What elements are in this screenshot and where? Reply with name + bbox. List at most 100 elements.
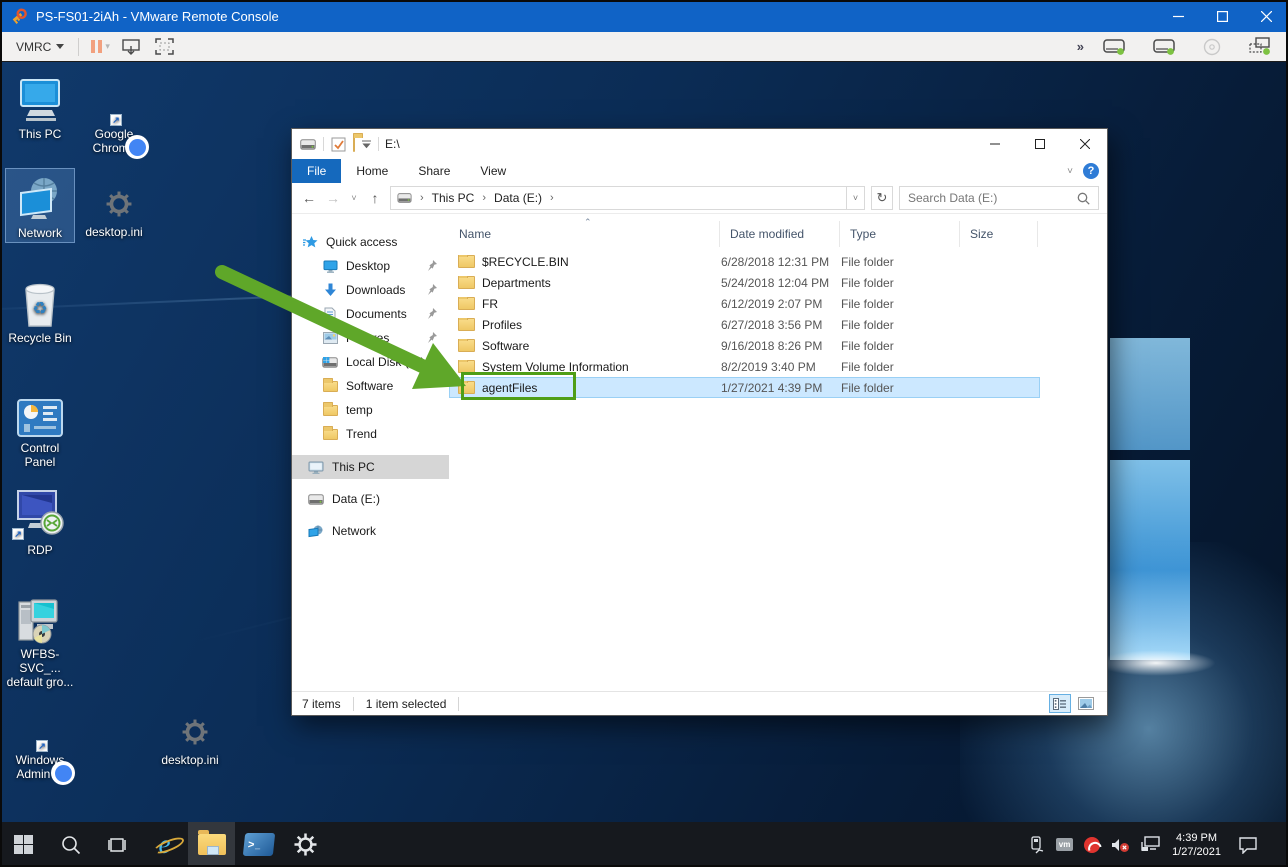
- file-row[interactable]: Software 9/16/2018 8:26 PM File folder: [449, 335, 1040, 356]
- internet-explorer-button[interactable]: e: [141, 822, 188, 867]
- column-header-name[interactable]: ⌃Name: [449, 221, 720, 247]
- tab-share[interactable]: Share: [403, 159, 465, 183]
- volume-muted-icon[interactable]: [1111, 837, 1130, 853]
- trend-micro-icon[interactable]: [1084, 837, 1100, 853]
- close-button[interactable]: [1062, 129, 1107, 159]
- desktop-icon-network[interactable]: Network: [5, 168, 75, 243]
- task-view-button[interactable]: [94, 822, 141, 867]
- explorer-titlebar[interactable]: E:\: [292, 129, 1107, 159]
- refresh-icon[interactable]: ↻: [871, 186, 893, 210]
- close-button[interactable]: [1244, 0, 1288, 32]
- file-explorer-button[interactable]: [188, 822, 235, 867]
- breadcrumb-data-e[interactable]: Data (E:): [494, 191, 542, 205]
- column-headers: ⌃Name Date modified Type Size: [449, 221, 1107, 247]
- column-header-date-modified[interactable]: Date modified: [720, 221, 840, 247]
- details-view-button[interactable]: [1049, 694, 1071, 713]
- more-chevrons-icon[interactable]: »: [1077, 39, 1082, 54]
- send-ctrl-alt-del-button[interactable]: [114, 36, 148, 58]
- tab-home[interactable]: Home: [341, 159, 403, 183]
- desktop-icon-recycle-bin[interactable]: ♻ Recycle Bin: [5, 274, 75, 347]
- nav-pictures[interactable]: Pictures: [292, 326, 449, 350]
- vmware-tools-icon[interactable]: vm: [1056, 838, 1073, 851]
- properties-button[interactable]: [331, 137, 346, 152]
- powershell-button[interactable]: >_: [235, 822, 282, 867]
- search-icon[interactable]: [1077, 192, 1090, 205]
- maximize-button[interactable]: [1017, 129, 1062, 159]
- collapse-ribbon-icon[interactable]: ˅: [1067, 166, 1073, 177]
- nav-network[interactable]: Network: [292, 519, 449, 543]
- customize-qat-button[interactable]: [362, 140, 371, 149]
- recent-locations-icon[interactable]: ˅: [348, 193, 360, 203]
- desktop-icon-rdp[interactable]: ↗ RDP: [5, 486, 75, 559]
- nav-this-pc[interactable]: This PC: [292, 455, 449, 479]
- pause-vm-button[interactable]: ▾: [87, 40, 114, 53]
- folder-icon: [458, 297, 475, 310]
- nav-desktop[interactable]: Desktop: [292, 254, 449, 278]
- taskbar-clock[interactable]: 4:39 PM 1/27/2021: [1172, 831, 1221, 859]
- chevron-down-icon[interactable]: ▾: [105, 41, 110, 52]
- settings-button[interactable]: [282, 822, 329, 867]
- tab-file[interactable]: File: [292, 159, 341, 183]
- file-row[interactable]: FR 6/12/2019 2:07 PM File folder: [449, 293, 1040, 314]
- pause-icon: [98, 40, 102, 53]
- minimize-button[interactable]: [1156, 0, 1200, 32]
- large-icons-view-button[interactable]: [1075, 694, 1097, 713]
- explorer-window-controls: [972, 129, 1107, 159]
- search-button[interactable]: [47, 822, 94, 867]
- desktop-icon-desktop-ini[interactable]: desktop.ini: [79, 168, 149, 241]
- nav-local-disk-c[interactable]: Local Disk (C:): [292, 350, 449, 374]
- nav-trend[interactable]: Trend: [292, 422, 449, 446]
- cd-drive-icon[interactable]: [1196, 36, 1228, 58]
- desktop-icon-desktop-ini-2[interactable]: desktop.ini: [155, 696, 225, 769]
- desktop-icon-windows-admin[interactable]: ↗ Windows Admin ...: [5, 696, 75, 783]
- file-row[interactable]: System Volume Information 8/2/2019 3:40 …: [449, 356, 1040, 377]
- forward-button[interactable]: →: [324, 190, 342, 206]
- help-icon[interactable]: ?: [1083, 163, 1099, 179]
- minimize-button[interactable]: [972, 129, 1017, 159]
- nav-documents[interactable]: Documents: [292, 302, 449, 326]
- new-folder-button[interactable]: [353, 137, 355, 151]
- nav-data-e[interactable]: Data (E:): [292, 487, 449, 511]
- desktop[interactable]: This PC ↗ Google Chrome Network desktop.…: [0, 62, 1288, 822]
- network-status-icon[interactable]: [1141, 836, 1161, 853]
- fullscreen-button[interactable]: [148, 36, 181, 57]
- file-row-agentfiles-selected[interactable]: agentFiles 1/27/2021 4:39 PM File folder: [449, 377, 1040, 398]
- nav-downloads[interactable]: Downloads: [292, 278, 449, 302]
- vmrc-toolbar: VMRC ▾ »: [0, 32, 1288, 62]
- search-input[interactable]: Search Data (E:): [899, 186, 1099, 210]
- download-arrow-icon: [322, 282, 338, 298]
- nav-temp[interactable]: temp: [292, 398, 449, 422]
- vmrc-menu-button[interactable]: VMRC: [10, 36, 70, 58]
- file-row[interactable]: Departments 5/24/2018 12:04 PM File fold…: [449, 272, 1040, 293]
- maximize-button[interactable]: [1200, 0, 1244, 32]
- address-input[interactable]: › This PC › Data (E:) ›: [390, 186, 847, 210]
- hard-disk-1-icon[interactable]: [1096, 36, 1132, 57]
- up-button[interactable]: ↑: [366, 190, 384, 206]
- desktop-icon-control-panel[interactable]: Control Panel: [5, 384, 75, 471]
- this-pc-icon: [16, 78, 64, 124]
- pictures-icon: [322, 330, 338, 346]
- gear-icon: [182, 719, 208, 745]
- address-dropdown-icon[interactable]: ˅: [847, 186, 865, 210]
- nav-quick-access[interactable]: Quick access: [292, 230, 449, 254]
- back-button[interactable]: ←: [300, 190, 318, 206]
- selection-count: 1 item selected: [366, 697, 447, 711]
- virtual-network-icon[interactable]: [1242, 35, 1278, 58]
- column-header-type[interactable]: Type: [840, 221, 960, 247]
- nav-software[interactable]: Software: [292, 374, 449, 398]
- file-row[interactable]: $RECYCLE.BIN 6/28/2018 12:31 PM File fol…: [449, 251, 1040, 272]
- folder-icon: [322, 426, 338, 442]
- network-icon: [15, 175, 65, 223]
- action-center-icon[interactable]: [1238, 836, 1258, 854]
- tab-view[interactable]: View: [465, 159, 521, 183]
- breadcrumb-this-pc[interactable]: This PC: [432, 191, 475, 205]
- start-button[interactable]: [0, 822, 47, 867]
- desktop-icon-wfbs-installer[interactable]: WFBS-SVC_... default gro...: [5, 590, 75, 691]
- column-header-size[interactable]: Size: [960, 221, 1038, 247]
- desktop-icon-this-pc[interactable]: This PC: [5, 70, 75, 143]
- hard-disk-2-icon[interactable]: [1146, 36, 1182, 57]
- desktop-icon-google-chrome[interactable]: ↗ Google Chrome: [79, 70, 149, 157]
- monitor-arrow-icon: [121, 38, 141, 56]
- usb-device-icon[interactable]: [1029, 836, 1045, 854]
- file-row[interactable]: Profiles 6/27/2018 3:56 PM File folder: [449, 314, 1040, 335]
